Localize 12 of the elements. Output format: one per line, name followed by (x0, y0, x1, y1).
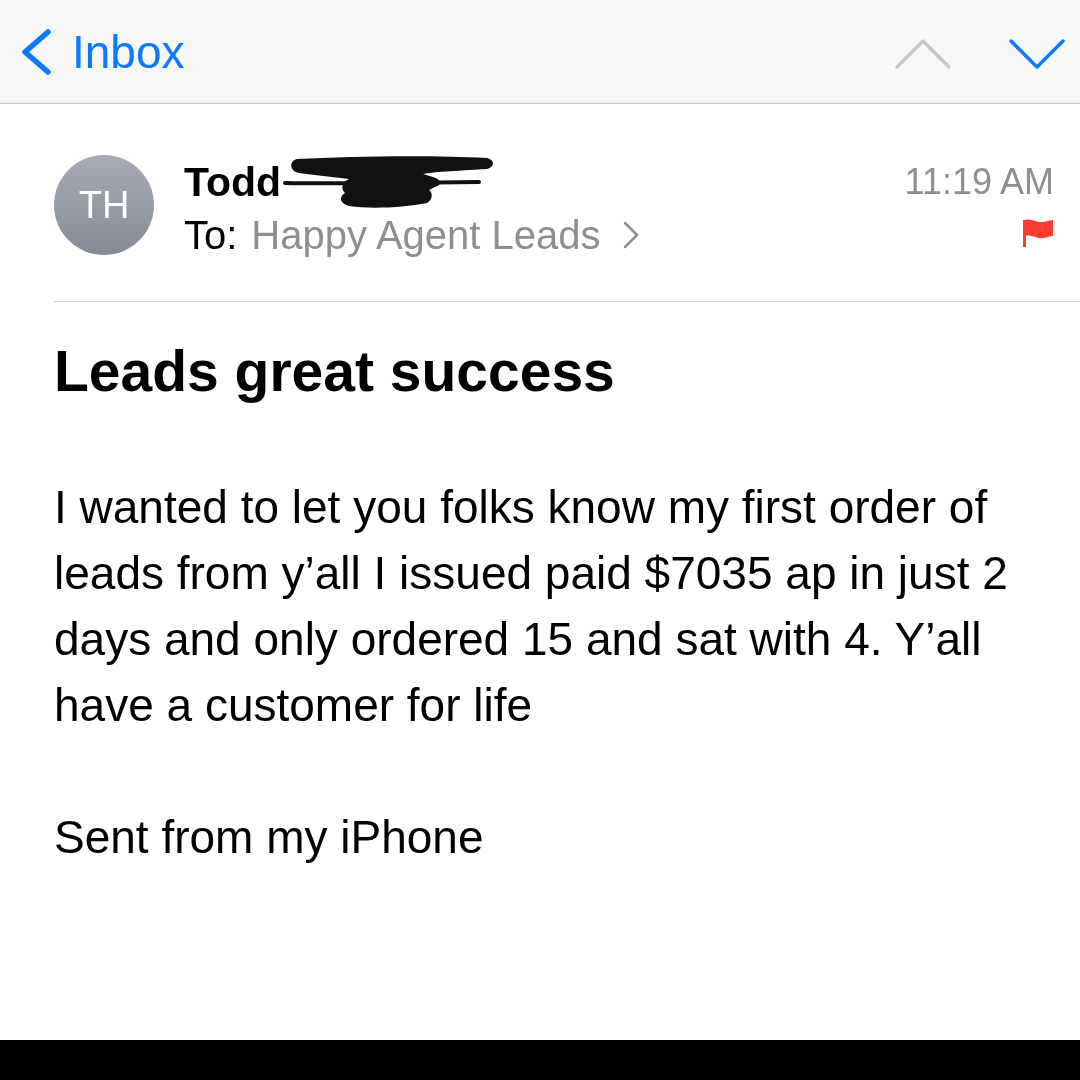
message-time: 11:19 AM (904, 160, 1054, 204)
next-message-button[interactable] (1008, 37, 1066, 70)
recipient-link[interactable]: Happy Agent Leads (251, 212, 639, 258)
to-label: To: (184, 212, 238, 258)
signature: Sent from my iPhone (54, 810, 485, 865)
chevron-right-icon (622, 221, 639, 249)
message-body: I wanted to let you folks know my first order of leads from y’all I issued paid $7035 ap in just 2 days and only ordered 15 and sat with 4. Y’all have a customer for life (54, 480, 1009, 733)
sender-avatar: TH (54, 155, 154, 255)
back-button[interactable]: Inbox (20, 25, 185, 78)
sender-name: Todd (184, 158, 282, 206)
message-subject: Leads great success (54, 338, 616, 404)
back-chevron-icon (20, 28, 52, 75)
